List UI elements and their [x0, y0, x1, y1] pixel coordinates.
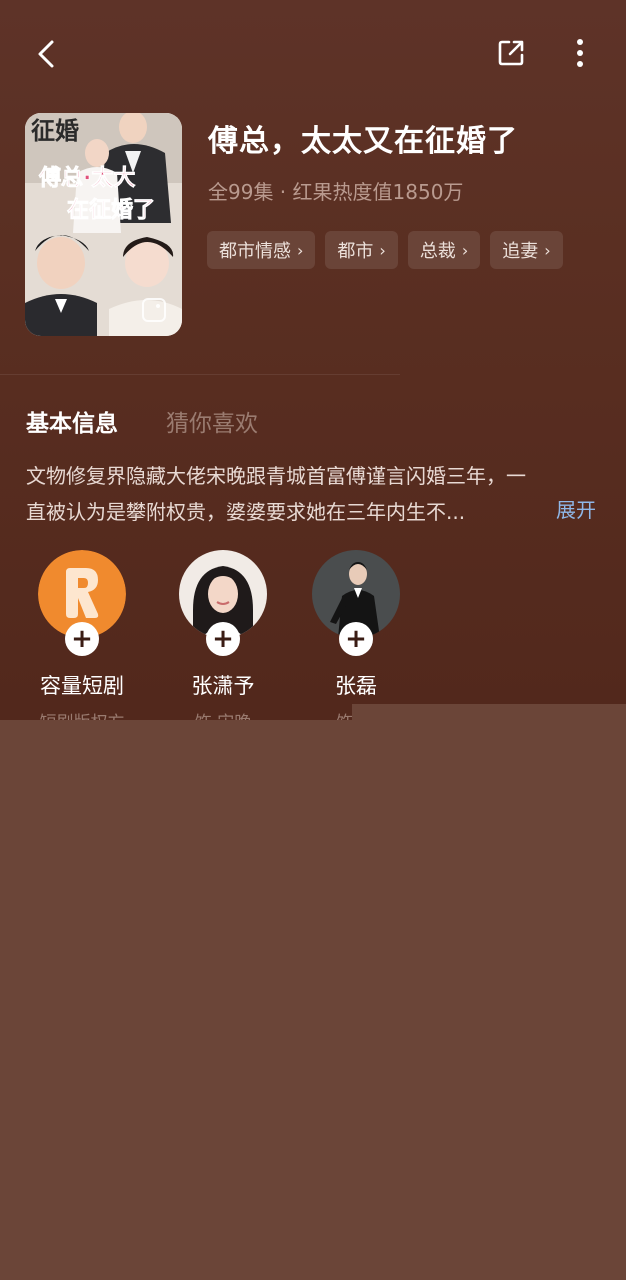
tag-urban-romance[interactable]: 都市情感 › — [207, 231, 316, 269]
plus-icon[interactable]: + — [65, 622, 99, 656]
synopsis-line: 直被认为是攀附权贵，婆婆要求她在三年内生不... — [26, 500, 466, 524]
share-icon — [498, 40, 524, 66]
cast-name: 张磊 — [335, 674, 377, 698]
chevron-left-icon — [38, 40, 54, 68]
cast-item-actress[interactable]: + 张潇予 饰 宋晚 — [158, 550, 288, 720]
tab-recommendations[interactable]: 猜你喜欢 — [166, 404, 258, 438]
tag-ceo[interactable]: 总裁 › — [407, 231, 481, 269]
synopsis-line: 文物修复界隐藏大佬宋晚跟青城首富傅谨言闪婚三年，一 — [26, 464, 526, 488]
cast-role: 短剧版权方 — [17, 708, 147, 720]
cast-item-publisher[interactable]: + 容量短剧 短剧版权方 — [17, 550, 147, 720]
tag-label: 都市 — [337, 241, 374, 262]
share-button[interactable] — [490, 32, 532, 74]
drama-title: 傅总，太太又在征婚了 — [208, 124, 518, 159]
more-vertical-icon — [577, 39, 583, 67]
poster-title-line1: 傅总·太大 — [38, 165, 135, 191]
tag-chase-wife[interactable]: 追妻 › — [490, 231, 563, 269]
back-button[interactable] — [26, 34, 66, 74]
chevron-right-icon: › — [544, 240, 551, 260]
cast-role: 饰 宋晚 — [158, 708, 288, 720]
expand-link[interactable]: 展开 — [556, 494, 596, 523]
tag-urban[interactable]: 都市 › — [325, 231, 398, 269]
poster-top-text: 征婚 — [31, 117, 79, 145]
tag-list: 都市情感 › 都市 › 总裁 › 追妻 › — [207, 231, 563, 269]
poster-artwork: 征婚 傅总·太大 在征婚了 — [25, 113, 182, 336]
more-button[interactable] — [560, 32, 600, 74]
divider — [0, 374, 400, 375]
chevron-right-icon: › — [461, 240, 469, 260]
synopsis: 文物修复界隐藏大佬宋晚跟青城首富傅谨言闪婚三年，一 直被认为是攀附权贵，婆婆要求… — [26, 458, 586, 530]
cast-name: 容量短剧 — [40, 674, 124, 698]
drama-poster[interactable]: 征婚 傅总·太大 在征婚了 — [25, 113, 182, 336]
poster-title-line2: 在征婚了 — [67, 197, 155, 223]
tab-basic-info[interactable]: 基本信息 — [26, 404, 118, 438]
blank-area — [0, 720, 626, 1280]
drama-meta: 全99集 · 红果热度值1850万 — [208, 180, 464, 204]
top-bar — [0, 0, 626, 100]
drama-detail-screen: 征婚 傅总·太大 在征婚了 傅总，太太又在征婚了 全99集 · 红果热度值185… — [0, 0, 626, 720]
tag-label: 都市情感 — [219, 241, 291, 262]
chevron-right-icon: › — [379, 240, 386, 260]
tag-label: 总裁 — [419, 241, 456, 262]
tag-label: 追妻 — [502, 241, 539, 262]
plus-icon[interactable]: + — [206, 622, 240, 656]
chevron-right-icon: › — [297, 240, 304, 260]
cast-name: 张潇予 — [191, 674, 255, 698]
plus-icon[interactable]: + — [339, 622, 373, 656]
cast-item-actor[interactable]: + 张磊 饰 傅 — [291, 550, 421, 720]
